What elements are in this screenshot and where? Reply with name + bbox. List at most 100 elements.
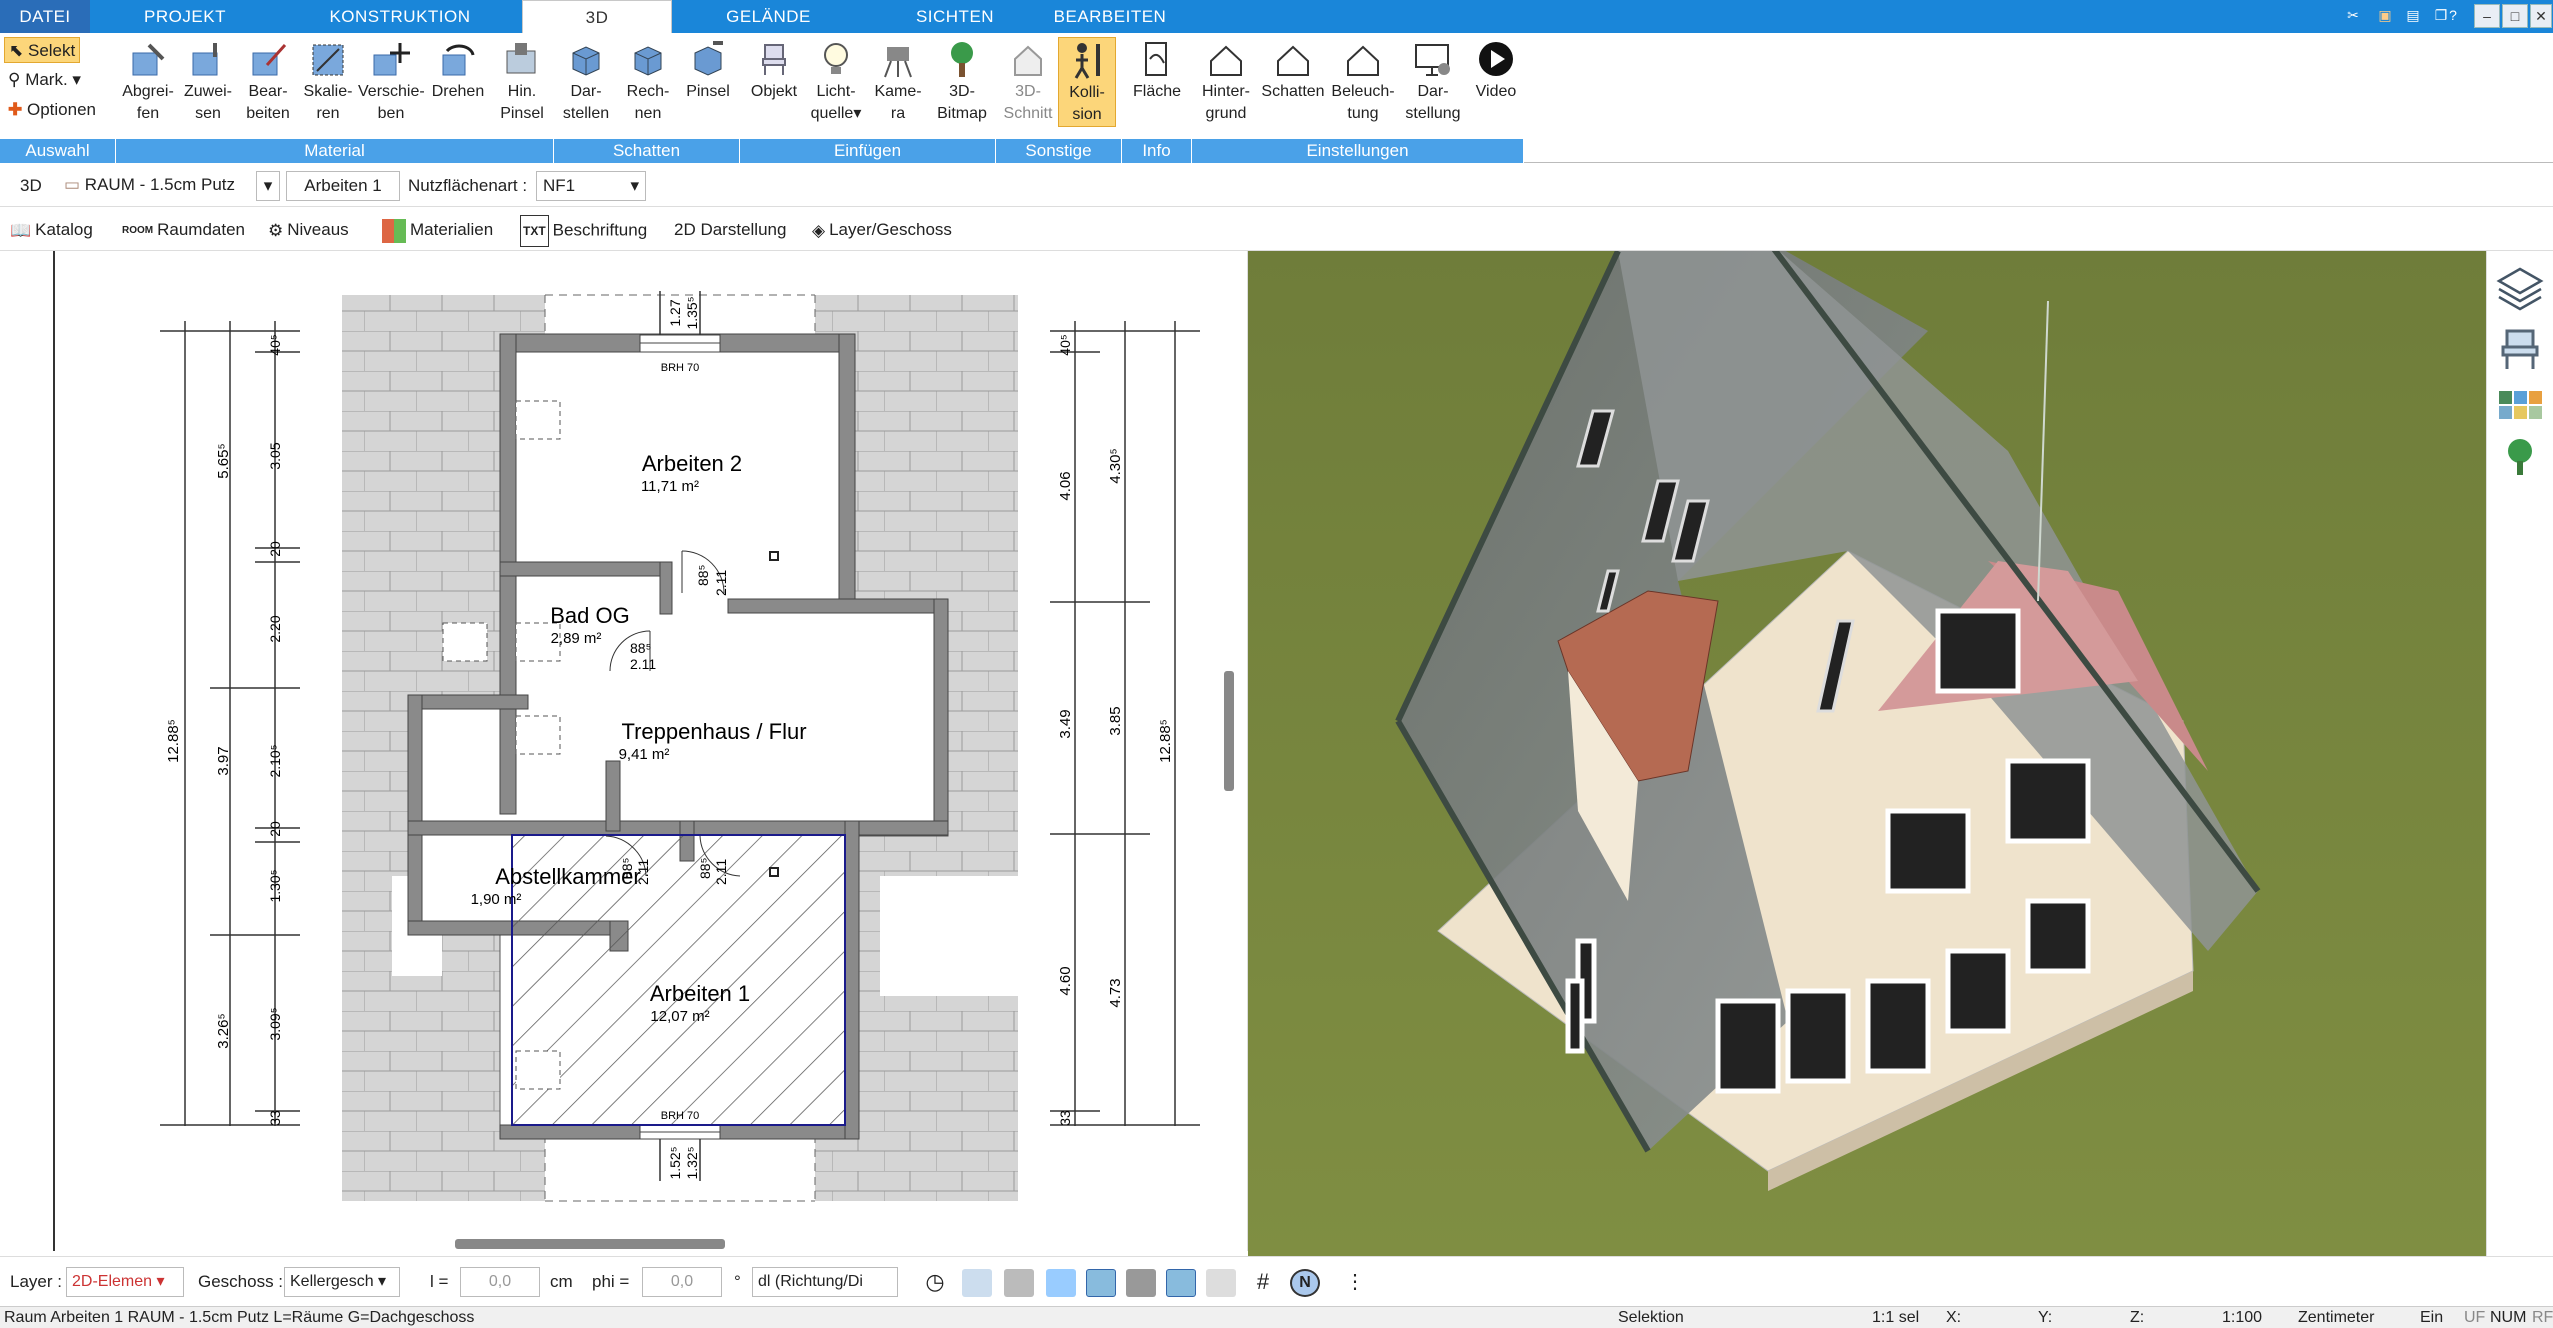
status-rf: RF: [2532, 1309, 2553, 1326]
section-3d-button[interactable]: 3D- Schnitt: [1000, 37, 1056, 125]
dim-li-4: 2.20: [267, 615, 283, 642]
layers-icon[interactable]: [2496, 267, 2544, 311]
materials-button[interactable]: Materialien: [382, 215, 493, 245]
window-icon[interactable]: ▣: [2372, 4, 2398, 28]
object-view-icon[interactable]: [1046, 1269, 1076, 1297]
layout-icon[interactable]: ▤: [2400, 4, 2426, 28]
rotate-button[interactable]: Drehen: [426, 37, 490, 103]
video-button[interactable]: Video: [1468, 37, 1524, 103]
door3-h: 2.11: [635, 859, 651, 885]
move-button[interactable]: Verschie-ben: [358, 37, 425, 125]
area-button[interactable]: Fläche: [1126, 37, 1188, 103]
dim-right-total: 12.88⁵: [1157, 719, 1174, 763]
length-unit: cm: [550, 1272, 573, 1291]
horizontal-scrollbar[interactable]: [455, 1239, 725, 1249]
length-input[interactable]: 0,0: [460, 1267, 540, 1297]
help-icon[interactable]: ?: [2440, 4, 2466, 28]
dim-li-8: 3.09⁵: [267, 1007, 283, 1040]
layer-select[interactable]: 2D-Elemen ▾: [66, 1267, 184, 1297]
edit-label1: Bear-: [248, 83, 288, 100]
grab-material-button[interactable]: Abgrei-fen: [118, 37, 178, 125]
edit-material-button[interactable]: Bear-beiten: [238, 37, 298, 125]
assign-material-button[interactable]: Zuwei-sen: [178, 37, 238, 125]
texture-icon[interactable]: [1126, 1269, 1156, 1297]
background-button[interactable]: Hinter-grund: [1194, 37, 1258, 125]
layer-button[interactable]: ◈ Layer/Geschoss: [812, 215, 952, 245]
tab-3d[interactable]: 3D: [522, 0, 672, 34]
tab-konstruktion[interactable]: KONSTRUKTION: [320, 0, 480, 33]
direction-select[interactable]: dl (Richtung/Di: [752, 1267, 898, 1297]
section-label1: 3D-: [1015, 83, 1041, 100]
tools-icon[interactable]: ✂: [2340, 4, 2366, 28]
group-label-insert: Einfügen: [740, 139, 996, 163]
display-button[interactable]: Dar-stellung: [1398, 37, 1468, 125]
tree-icon[interactable]: [2508, 439, 2532, 475]
lighting-button[interactable]: Beleuch-tung: [1328, 37, 1398, 125]
floor-plan-view[interactable]: Arbeiten 2 11,71 m² Bad OG 2,89 m² Trepp…: [0, 251, 1248, 1251]
shadow-show-label2: stellen: [562, 105, 610, 122]
shadow-calc-button[interactable]: Rech-nen: [618, 37, 678, 125]
bitmap-button[interactable]: 3D- Bitmap: [930, 37, 994, 125]
north-icon[interactable]: N: [1290, 1269, 1320, 1297]
status-text: Raum Arbeiten 1 RAUM - 1.5cm Putz L=Räum…: [4, 1309, 475, 1326]
walls-icon[interactable]: [1004, 1269, 1034, 1297]
labeling-button[interactable]: TXT Beschriftung: [520, 215, 647, 247]
room-type-dropdown[interactable]: ▾: [256, 171, 280, 201]
room-name-input[interactable]: Arbeiten 1: [286, 171, 400, 201]
rotate-label: Drehen: [431, 83, 485, 100]
tree-icon: [951, 42, 973, 77]
minimize-button[interactable]: –: [2474, 4, 2500, 28]
layers-toggle-icon[interactable]: [1206, 1269, 1236, 1297]
light-source-button[interactable]: Licht-quelle▾: [806, 37, 866, 125]
camera-button[interactable]: Kame-ra: [868, 37, 928, 125]
dim-rm-2: 3.85: [1107, 706, 1124, 735]
maximize-button[interactable]: □: [2502, 4, 2528, 28]
view2d-button[interactable]: 2D Darstellung: [674, 215, 786, 245]
scale-button[interactable]: Skalie-ren: [298, 37, 358, 125]
roof-icon[interactable]: [1086, 1269, 1116, 1297]
chair-icon[interactable]: [2501, 329, 2539, 369]
room-type-select[interactable]: ▭ RAUM - 1.5cm Putz: [58, 171, 278, 201]
hint-brush-button[interactable]: Hin. Pinsel: [492, 37, 552, 125]
group-label-misc: Sonstige: [996, 139, 1122, 163]
brush-icon: [506, 43, 536, 74]
select-button[interactable]: ⬉ Selekt: [4, 37, 81, 63]
usage-label: Nutzflächenart :: [408, 176, 528, 195]
grid-icon[interactable]: #: [1248, 1269, 1278, 1297]
more-icon[interactable]: ⋮: [1340, 1269, 1370, 1297]
dim-top-1: 1.27: [667, 299, 683, 326]
shadow-show-button[interactable]: Dar-stellen: [556, 37, 616, 125]
object-button[interactable]: Objekt: [744, 37, 804, 103]
text-icon: TXT: [520, 215, 549, 247]
3d-view[interactable]: [1248, 239, 2486, 1256]
rotate-icon: [442, 44, 475, 76]
collision-button[interactable]: Kolli-sion: [1058, 37, 1116, 127]
shadow-brush-button[interactable]: Pinsel: [678, 37, 738, 103]
floor-plane-icon[interactable]: [1166, 1269, 1196, 1297]
tab-datei[interactable]: DATEI: [0, 0, 90, 33]
options-button[interactable]: ✚ Optionen: [4, 97, 100, 123]
collision-label1: Kolli-: [1069, 84, 1105, 101]
tab-gelaende[interactable]: GELÄNDE: [716, 0, 821, 33]
door1-h: 2.11: [713, 570, 729, 596]
mark-button[interactable]: ⚲ Mark. ▾: [4, 67, 85, 93]
floor-select[interactable]: Kellergesch ▾: [284, 1267, 400, 1297]
assign-label2: sen: [195, 105, 221, 122]
catalog-button[interactable]: 📖 Katalog: [10, 215, 93, 245]
tab-bearbeiten[interactable]: BEARBEITEN: [1050, 0, 1170, 33]
tab-projekt[interactable]: PROJEKT: [130, 0, 240, 33]
vertical-scrollbar[interactable]: [1224, 671, 1234, 791]
close-button[interactable]: ✕: [2530, 4, 2552, 28]
room-area-bad: 2,89 m²: [551, 630, 602, 647]
clock-icon[interactable]: ◷: [920, 1269, 950, 1297]
area-icon: [1145, 42, 1167, 76]
screen-icon[interactable]: [962, 1269, 992, 1297]
roomdata-button[interactable]: ROOM Raumdaten: [122, 215, 245, 245]
material-grid-icon[interactable]: [2499, 391, 2542, 419]
phi-input[interactable]: 0,0: [642, 1267, 722, 1297]
tab-sichten[interactable]: SICHTEN: [900, 0, 1010, 33]
usage-value: NF1: [543, 176, 576, 195]
shadows-button[interactable]: Schatten: [1258, 37, 1328, 103]
levels-button[interactable]: ⚙ Niveaus: [268, 215, 349, 245]
usage-select[interactable]: NF1 ▾: [536, 171, 646, 201]
